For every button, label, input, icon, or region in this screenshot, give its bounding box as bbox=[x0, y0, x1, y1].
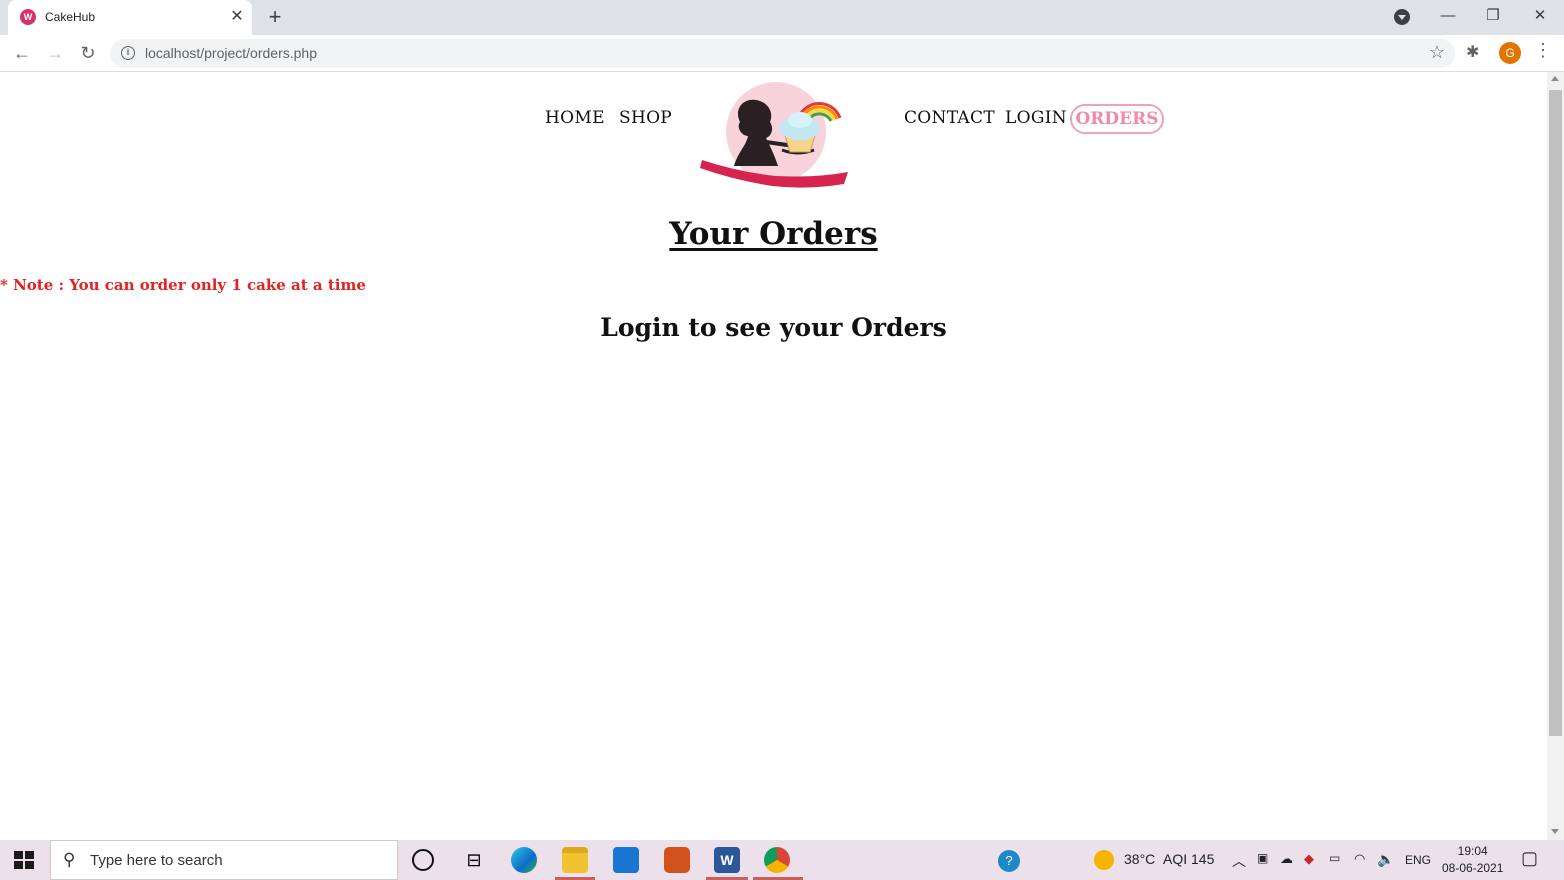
clock-date: 08-06-2021 bbox=[1442, 861, 1504, 875]
page-scrollbar[interactable] bbox=[1547, 72, 1564, 840]
nav-home-link[interactable]: HOME bbox=[545, 108, 605, 128]
tab-title: CakeHub bbox=[45, 10, 96, 24]
cortana-icon[interactable] bbox=[412, 849, 434, 871]
forward-arrow-icon[interactable]: → bbox=[43, 41, 67, 65]
input-language[interactable]: ENG bbox=[1405, 853, 1431, 867]
meet-now-icon[interactable]: ▣ bbox=[1257, 851, 1268, 865]
taskbar-search-box[interactable]: ⚲ Type here to search bbox=[50, 840, 398, 880]
reload-icon[interactable]: ↻ bbox=[76, 41, 100, 65]
wifi-icon[interactable]: ◠ bbox=[1354, 851, 1365, 867]
address-bar-url[interactable]: localhost/project/orders.php bbox=[145, 45, 317, 61]
search-icon: ⚲ bbox=[63, 850, 76, 869]
restore-button[interactable]: ❐ bbox=[1478, 4, 1508, 28]
page-viewport: HOME SHOP CONTACT LOGIN ORDERS Your Orde… bbox=[0, 72, 1547, 840]
taskbar-search-placeholder: Type here to search bbox=[90, 852, 223, 869]
nav-orders-link[interactable]: ORDERS bbox=[1070, 104, 1164, 134]
mail-icon[interactable] bbox=[613, 847, 639, 873]
volume-icon[interactable]: 🔈 bbox=[1377, 851, 1394, 868]
xampp-icon[interactable] bbox=[664, 847, 690, 873]
action-center-icon[interactable]: ▢ bbox=[1521, 848, 1538, 869]
scroll-down-arrow-icon[interactable] bbox=[1551, 829, 1559, 834]
scrollbar-thumb[interactable] bbox=[1549, 90, 1562, 736]
file-explorer-icon[interactable] bbox=[562, 847, 588, 873]
air-quality-index[interactable]: AQI 145 bbox=[1163, 851, 1214, 867]
chrome-icon[interactable] bbox=[764, 847, 790, 873]
minimize-button[interactable]: — bbox=[1433, 4, 1463, 28]
order-limit-note: * Note : You can order only 1 cake at a … bbox=[0, 276, 366, 294]
page-title: Your Orders bbox=[0, 216, 1547, 252]
tab-search-icon[interactable] bbox=[1394, 9, 1410, 25]
cakehub-logo[interactable] bbox=[698, 80, 852, 192]
browser-tab-strip: W CakeHub ✕ + — ❐ ✕ bbox=[0, 0, 1564, 35]
site-info-icon[interactable]: i bbox=[121, 46, 135, 60]
tab-close-icon[interactable]: ✕ bbox=[229, 7, 245, 27]
nav-shop-link[interactable]: SHOP bbox=[619, 108, 672, 128]
login-required-message: Login to see your Orders bbox=[600, 313, 947, 342]
task-view-icon[interactable]: ⊟ bbox=[461, 847, 487, 873]
nav-login-link[interactable]: LOGIN bbox=[1005, 108, 1067, 128]
clock-time: 19:04 bbox=[1457, 844, 1488, 858]
weather-temperature[interactable]: 38°C bbox=[1124, 851, 1155, 867]
browser-tab[interactable]: W CakeHub ✕ bbox=[8, 0, 252, 35]
windows-taskbar: ⚲ Type here to search ⊟ W ? 38°C AQI 145… bbox=[0, 840, 1564, 880]
battery-icon[interactable]: ▭ bbox=[1329, 851, 1340, 865]
browser-menu-icon[interactable]: ⋮ bbox=[1534, 40, 1552, 61]
system-clock[interactable]: 19:04 08-06-2021 bbox=[1442, 843, 1503, 877]
onedrive-icon[interactable]: ☁ bbox=[1280, 851, 1293, 867]
scroll-up-arrow-icon[interactable] bbox=[1551, 76, 1559, 81]
browser-toolbar: ← → ↻ i localhost/project/orders.php ☆ bbox=[0, 35, 1564, 72]
windows-start-icon[interactable] bbox=[14, 851, 34, 869]
window-close-button[interactable]: ✕ bbox=[1525, 4, 1555, 28]
edge-browser-icon[interactable] bbox=[511, 847, 537, 873]
dropbox-icon[interactable]: ◆ bbox=[1304, 851, 1314, 867]
bookmark-star-icon[interactable]: ☆ bbox=[1429, 42, 1445, 63]
show-hidden-icons-chevron-icon[interactable]: ︿ bbox=[1232, 851, 1246, 871]
address-bar[interactable]: i localhost/project/orders.php ☆ bbox=[110, 39, 1455, 68]
new-tab-button[interactable]: + bbox=[263, 4, 287, 30]
weather-sun-icon[interactable] bbox=[1094, 850, 1114, 870]
extensions-puzzle-icon[interactable]: ✱ bbox=[1466, 42, 1479, 62]
word-icon[interactable]: W bbox=[714, 847, 740, 873]
cakehub-favicon-icon: W bbox=[20, 9, 36, 25]
nav-contact-link[interactable]: CONTACT bbox=[904, 108, 995, 128]
help-icon[interactable]: ? bbox=[998, 850, 1020, 872]
page-title-text: Your Orders bbox=[669, 216, 878, 252]
profile-avatar[interactable]: G bbox=[1499, 42, 1521, 64]
back-arrow-icon[interactable]: ← bbox=[10, 41, 34, 65]
